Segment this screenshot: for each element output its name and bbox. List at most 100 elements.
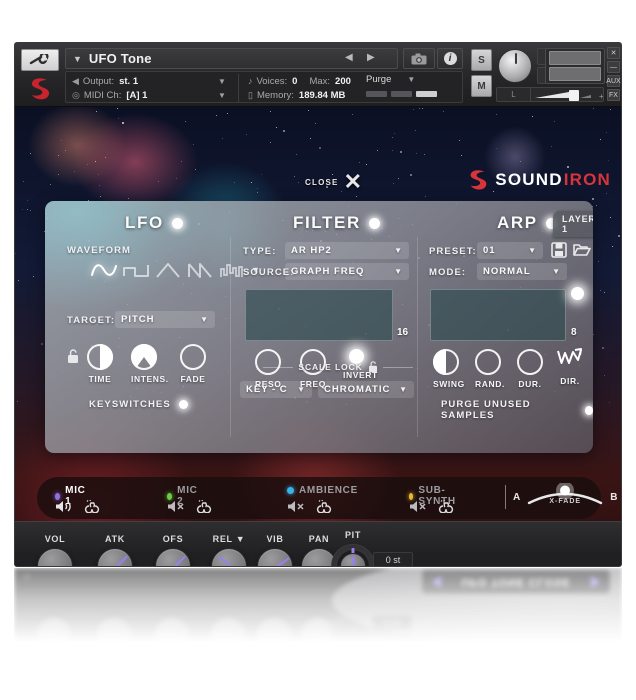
filter-type-dropdown[interactable]: AR HP2 ▼ [285,242,409,259]
preset-prev-button[interactable] [432,576,441,588]
output-meter-right [549,67,601,81]
arp-graph-step-count: 8 [571,327,577,338]
pit-semitones[interactable]: 0 st [372,634,412,649]
mic-name[interactable]: AMBIENCE [299,485,358,496]
mic-controls [287,500,335,518]
performance-knob-vol[interactable]: VOL [27,534,83,567]
midi-dropdown-caret[interactable]: ▼ [218,91,226,100]
chevron-down-icon[interactable]: ▼ [552,267,561,276]
pit-cents[interactable]: 0 ct [372,616,412,631]
pit-knob-marker [351,646,354,653]
mic-controls [55,500,103,518]
performance-knob-atk[interactable]: ATK [86,617,142,667]
keyswitches-led[interactable] [179,400,188,409]
lfo-knob-time[interactable]: TIME [87,344,113,384]
chevron-down-icon[interactable]: ▼ [73,54,82,64]
layer-tab[interactable]: LAYER 1 [553,211,593,237]
speaker-on-icon[interactable] [55,500,73,518]
xfade-control[interactable]: A X-FADE B [505,483,617,511]
unlock-icon[interactable] [67,349,79,364]
chevron-down-icon[interactable]: ▼ [399,385,408,394]
volume-slider[interactable]: + [530,87,604,102]
triangle-up-wave-icon[interactable] [155,259,181,281]
square-wave-icon[interactable] [123,259,149,281]
sine-wave-icon[interactable] [91,259,117,281]
preset-next-button[interactable] [591,576,600,588]
chevron-down-icon[interactable]: ▼ [235,657,245,667]
lfo-power-led[interactable] [172,218,183,229]
arp-knob-dur[interactable]: DUR. [517,349,543,389]
lfo-knob-fade[interactable]: FADE [180,344,206,384]
solo-button[interactable]: S [471,49,492,71]
purge-unused-led[interactable] [585,406,593,415]
camera-icon[interactable] [403,48,435,69]
link-icon[interactable] [196,500,215,518]
chevron-down-icon[interactable]: ▼ [394,246,403,255]
arp-graph[interactable] [430,289,566,341]
purge-menu[interactable]: Purge ▼ [366,74,415,85]
folder-open-icon[interactable] [573,242,591,258]
filter-type-label: TYPE: [243,246,276,257]
minimize-window-button[interactable]: — [607,61,620,73]
link-icon[interactable] [316,500,335,518]
chevron-down-icon[interactable]: ▼ [528,246,537,255]
mute-button[interactable]: M [471,75,492,97]
brand-iron: IRON [564,170,611,190]
fx-button[interactable]: FX [607,89,620,101]
purge-caret[interactable]: ▼ [407,75,415,84]
close-window-button[interactable]: ✕ [607,47,620,59]
filter-source-dropdown[interactable]: GRAPH FREQ ▼ [285,263,409,280]
link-icon[interactable] [84,500,103,518]
keyswitches-toggle[interactable]: KEYSWITCHES [89,399,188,410]
tune-knob[interactable] [498,49,532,83]
speaker-mute-icon[interactable] [409,500,427,518]
random-wave-icon[interactable] [219,259,245,281]
performance-knob-ofs[interactable]: OFS [145,534,201,567]
pit-semitones[interactable]: 0 st [373,552,413,567]
speaker-mute-icon[interactable] [287,500,305,518]
speaker-mute-icon[interactable] [167,500,185,518]
lfo-target-dropdown[interactable]: PITCH ▼ [115,311,215,328]
close-icon[interactable]: ✕ [344,173,362,191]
arp-mode-dropdown[interactable]: NORMAL ▼ [477,263,567,280]
preset-next-arrow[interactable]: ▶ [367,52,375,63]
arp-graph-led[interactable] [571,287,584,300]
arp-knob-swing[interactable]: SWING [433,349,465,389]
performance-knob-atk[interactable]: ATK [87,534,143,567]
preset-name: UFO TONE CLOSE [462,576,571,588]
preset-navigator[interactable]: UFO TONE CLOSE [422,570,610,594]
chevron-down-icon[interactable]: ▼ [394,267,403,276]
lfo-waveform-selector[interactable]: ▼ [91,259,260,281]
xfade-a-label: A [513,492,520,503]
purge-unused-samples-toggle[interactable]: PURGE UNUSED SAMPLES [441,399,593,421]
chevron-down-icon[interactable]: ▼ [236,534,246,544]
key-dropdown[interactable]: KEY - C ▼ [240,381,312,398]
wrench-icon[interactable] [21,49,59,71]
performance-knob-ofs[interactable]: OFS [144,617,200,667]
output-dropdown-caret[interactable]: ▼ [218,77,226,86]
info-icon[interactable]: i [437,48,463,69]
arp-preset-dropdown[interactable]: 01 ▼ [477,242,543,259]
scale-value: CHROMATIC [324,384,390,395]
aux-button[interactable]: AUX [607,75,620,87]
chevron-down-icon[interactable]: ▼ [200,315,209,324]
midi-row[interactable]: ◎ MIDI Ch: [A] 1 [72,87,147,103]
arrow-zigzag-up-icon[interactable] [556,347,584,369]
lfo-knob-intens[interactable]: INTENS. [131,344,169,384]
unlock-icon[interactable] [368,361,378,373]
filter-graph-step-count: 16 [397,327,408,338]
close-panel-button[interactable]: CLOSE ✕ [305,173,362,191]
saw-down-wave-icon[interactable] [187,259,213,281]
scale-dropdown[interactable]: CHROMATIC ▼ [318,381,414,398]
arp-knob-rand[interactable]: RAND. [475,349,505,389]
chevron-down-icon[interactable]: ▼ [297,385,306,394]
arp-direction-control[interactable]: DIR. [555,347,585,386]
filter-power-led[interactable] [369,218,380,229]
link-icon[interactable] [438,500,457,518]
close-label: CLOSE [305,178,339,187]
xfade-slider[interactable]: X-FADE [527,483,603,511]
save-disk-icon[interactable] [551,242,567,258]
filter-graph[interactable] [245,289,393,341]
preset-prev-arrow[interactable]: ◀ [345,52,353,63]
performance-knob-vol[interactable]: VOL [26,617,82,667]
